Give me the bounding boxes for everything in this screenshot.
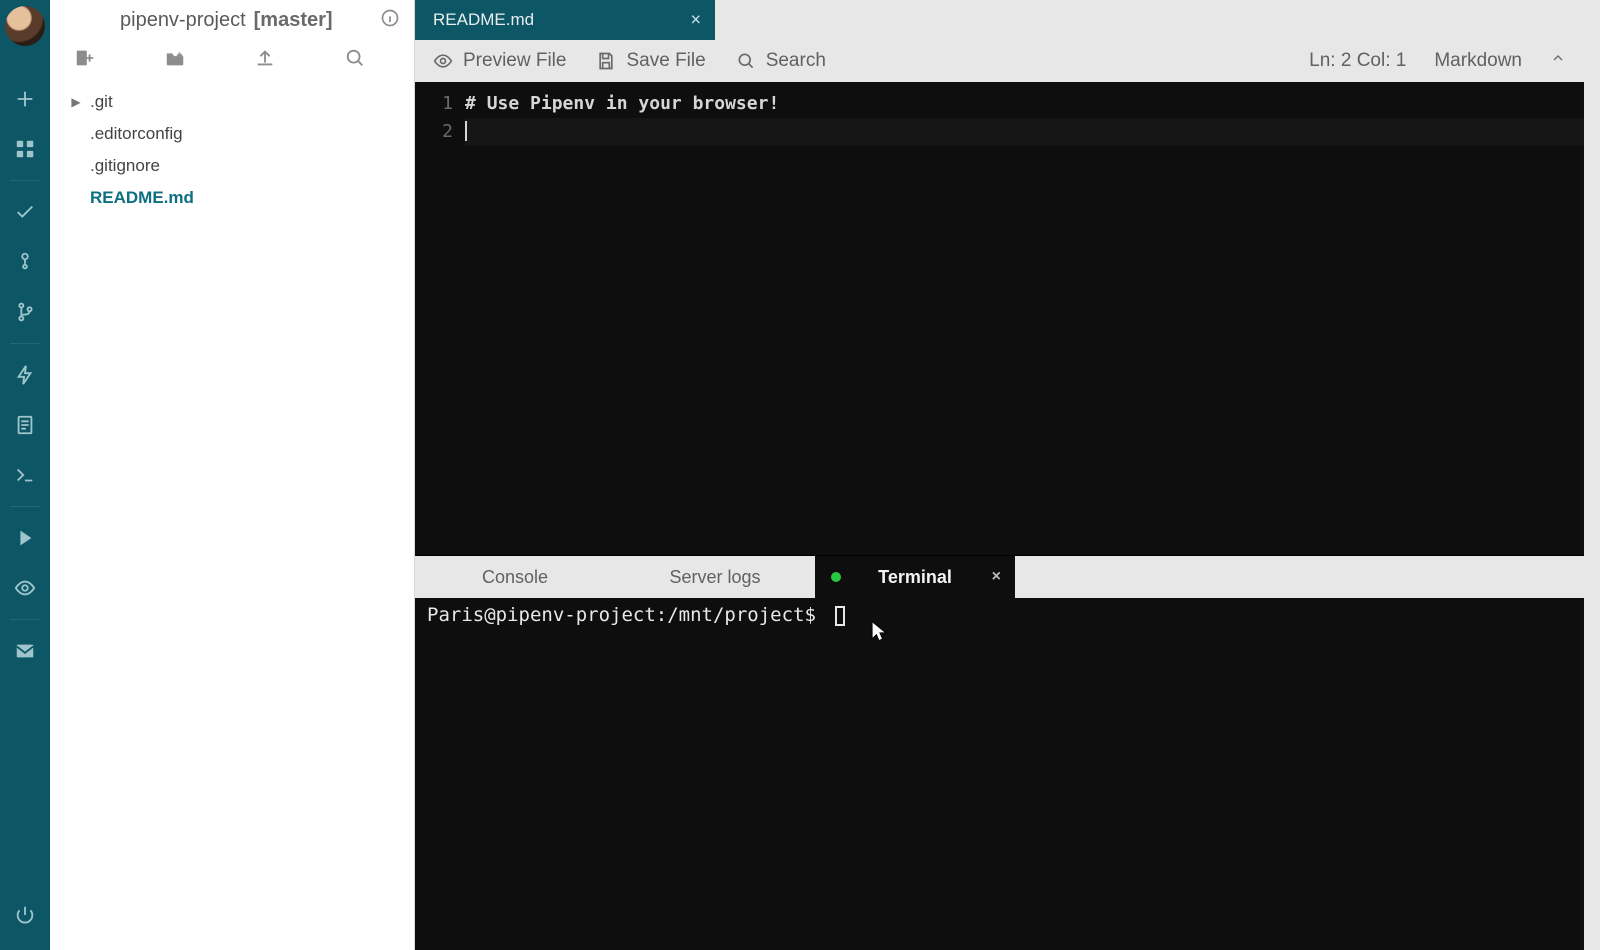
button-label: Save File <box>626 50 705 72</box>
button-label: Search <box>766 50 826 72</box>
close-icon[interactable]: × <box>690 10 701 31</box>
cursor-position[interactable]: Ln: 2 Col: 1 <box>1309 50 1406 72</box>
check-icon[interactable] <box>0 187 50 237</box>
avatar[interactable] <box>5 6 45 46</box>
chevron-right-icon: ▶ <box>68 95 84 109</box>
panel-tabstrip: Console Server logs Terminal × <box>415 556 1584 598</box>
apps-icon[interactable] <box>0 124 50 174</box>
panel-tab-label: Terminal <box>878 567 952 588</box>
right-gutter <box>1584 0 1600 950</box>
divider <box>10 506 40 507</box>
file-sidebar: pipenv-project [master] ▶ .git <box>50 0 415 950</box>
button-label: Preview File <box>463 50 566 72</box>
divider <box>10 180 40 181</box>
sidebar-header: pipenv-project [master] <box>50 0 414 40</box>
tree-file-gitignore[interactable]: ▶ .gitignore <box>58 150 406 182</box>
eye-icon[interactable] <box>0 563 50 613</box>
terminal-caret <box>835 606 845 626</box>
divider <box>10 343 40 344</box>
search-icon[interactable] <box>336 43 374 78</box>
search-button[interactable]: Search <box>736 50 826 72</box>
new-file-icon[interactable] <box>66 43 104 78</box>
mail-icon[interactable] <box>0 626 50 676</box>
terminal-prompt: Paris@pipenv-project:/mnt/project$ <box>427 604 816 626</box>
editor-tab-readme[interactable]: README.md × <box>415 0 715 40</box>
tree-item-label: README.md <box>90 188 194 208</box>
panel-tab-console[interactable]: Console <box>415 556 615 598</box>
new-folder-icon[interactable] <box>156 43 194 78</box>
file-tree: ▶ .git ▶ .editorconfig ▶ .gitignore ▶ RE… <box>50 80 414 214</box>
editor-toolbar: Preview File Save File Search Ln: 2 Col:… <box>415 40 1584 82</box>
chevron-up-icon[interactable] <box>1550 50 1566 72</box>
git-branch-icon[interactable] <box>0 287 50 337</box>
line-gutter: 1 2 <box>415 82 465 555</box>
code-content[interactable]: # Use Pipenv in your browser! <box>465 82 1584 555</box>
bottom-panel: Console Server logs Terminal × Paris@pip… <box>415 555 1584 950</box>
panel-tab-terminal[interactable]: Terminal × <box>815 556 1015 598</box>
editor-caret <box>465 121 467 141</box>
git-commit-icon[interactable] <box>0 237 50 287</box>
info-icon[interactable] <box>380 8 400 33</box>
play-icon[interactable] <box>0 513 50 563</box>
main-area: README.md × Preview File Save File Searc… <box>415 0 1584 950</box>
sidebar-toolbar <box>50 40 414 80</box>
save-file-button[interactable]: Save File <box>596 50 705 72</box>
upload-icon[interactable] <box>246 43 284 78</box>
divider <box>10 619 40 620</box>
power-icon[interactable] <box>0 890 50 940</box>
branch-name[interactable]: [master] <box>254 9 333 32</box>
line-number: 2 <box>415 118 453 146</box>
activity-bar <box>0 0 50 950</box>
panel-tab-rest <box>1015 556 1584 598</box>
bolt-icon[interactable] <box>0 350 50 400</box>
terminal-icon[interactable] <box>0 450 50 500</box>
editor-tabstrip: README.md × <box>415 0 1584 40</box>
panel-tab-label: Server logs <box>669 567 760 588</box>
panel-tab-label: Console <box>482 567 548 588</box>
add-icon[interactable] <box>0 74 50 124</box>
project-name[interactable]: pipenv-project <box>120 9 246 32</box>
code-editor[interactable]: 1 2 # Use Pipenv in your browser! <box>415 82 1584 555</box>
tree-item-label: .editorconfig <box>90 124 183 144</box>
tree-file-editorconfig[interactable]: ▶ .editorconfig <box>58 118 406 150</box>
panel-tab-serverlogs[interactable]: Server logs <box>615 556 815 598</box>
tab-label: README.md <box>433 10 534 30</box>
language-mode[interactable]: Markdown <box>1434 50 1522 72</box>
notes-icon[interactable] <box>0 400 50 450</box>
terminal-body[interactable]: Paris@pipenv-project:/mnt/project$ <box>415 598 1584 950</box>
tree-item-label: .git <box>90 92 113 112</box>
line-number: 1 <box>415 90 453 118</box>
status-dot-icon <box>831 572 841 582</box>
tree-item-label: .gitignore <box>90 156 160 176</box>
tree-folder-git[interactable]: ▶ .git <box>58 86 406 118</box>
mouse-cursor-icon <box>870 620 888 649</box>
close-icon[interactable]: × <box>992 568 1001 586</box>
tree-file-readme[interactable]: ▶ README.md <box>58 182 406 214</box>
preview-file-button[interactable]: Preview File <box>433 50 566 72</box>
